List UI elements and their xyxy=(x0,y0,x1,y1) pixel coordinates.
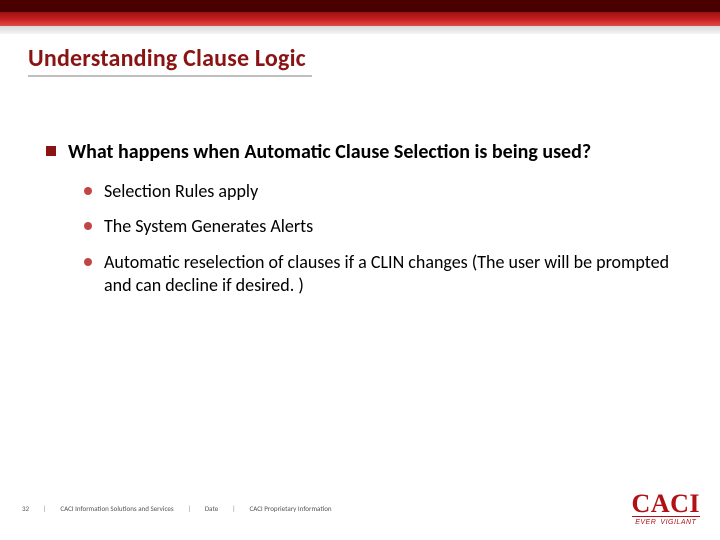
footer-date-label: Date xyxy=(205,504,218,513)
level2-list: Selection Rules apply The System Generat… xyxy=(84,180,680,298)
top-band-dark xyxy=(0,0,720,12)
caci-logo: CACI EVER VIGILANT xyxy=(632,492,700,526)
dot-bullet-icon xyxy=(84,258,92,266)
logo-tagline-b: VIGILANT xyxy=(660,519,696,526)
page-number: 32 xyxy=(22,504,29,513)
level2-text: Selection Rules apply xyxy=(104,180,258,203)
level2-text: Automatic reselection of clauses if a CL… xyxy=(104,251,680,298)
list-item: Selection Rules apply xyxy=(84,180,680,203)
square-bullet-icon xyxy=(46,146,56,156)
footer-separator: | xyxy=(43,504,46,513)
footer: 32 | CACI Information Solutions and Serv… xyxy=(22,492,700,526)
footer-left: 32 | CACI Information Solutions and Serv… xyxy=(22,504,332,513)
logo-tagline-a: EVER xyxy=(635,519,656,526)
dot-bullet-icon xyxy=(84,222,92,230)
logo-text: CACI xyxy=(632,492,700,517)
top-band-grey xyxy=(0,26,720,34)
footer-separator: | xyxy=(232,504,235,513)
top-band xyxy=(0,0,720,30)
content-area: What happens when Automatic Clause Selec… xyxy=(46,140,680,310)
dot-bullet-icon xyxy=(84,187,92,195)
footer-proprietary: CACI Proprietary Information xyxy=(249,504,331,513)
logo-tagline: EVER VIGILANT xyxy=(632,519,700,526)
level1-text: What happens when Automatic Clause Selec… xyxy=(68,140,591,164)
list-item: Automatic reselection of clauses if a CL… xyxy=(84,251,680,298)
list-item: The System Generates Alerts xyxy=(84,215,680,238)
slide: Understanding Clause Logic What happens … xyxy=(0,0,720,540)
page-title: Understanding Clause Logic xyxy=(28,44,312,77)
top-band-red xyxy=(0,12,720,26)
footer-org: CACI Information Solutions and Services xyxy=(60,504,173,513)
level1-bullet: What happens when Automatic Clause Selec… xyxy=(46,140,680,164)
footer-separator: | xyxy=(188,504,191,513)
level2-text: The System Generates Alerts xyxy=(104,215,313,238)
